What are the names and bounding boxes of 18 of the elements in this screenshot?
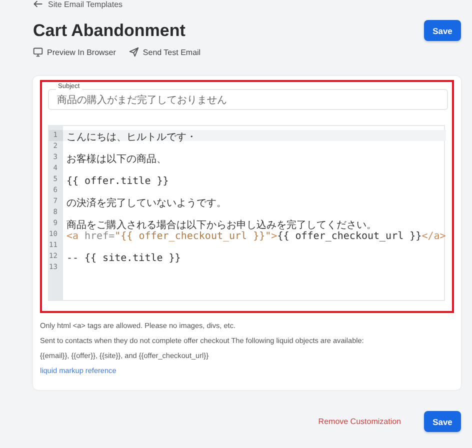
code-line: こんにちは、ヒルトルです・ bbox=[66, 132, 196, 143]
code-line: {{ offer.title }} bbox=[66, 176, 169, 187]
page-title: Cart Abandonment bbox=[33, 20, 186, 40]
save-button[interactable]: Save bbox=[424, 411, 461, 432]
send-test-link[interactable]: Send Test Email bbox=[128, 47, 201, 57]
code-line: お客様は以下の商品、 bbox=[66, 154, 166, 165]
paper-plane-icon bbox=[128, 47, 139, 57]
code-line: の決済を完了していないようです。 bbox=[66, 198, 226, 209]
code-line: -- {{ site.title }} bbox=[66, 253, 181, 264]
code-editor[interactable] bbox=[48, 125, 445, 301]
code-line: 商品をご購入される場合は以下からお申し込みを完了してください。 bbox=[66, 220, 376, 231]
monitor-icon bbox=[33, 47, 43, 57]
arrow-left-icon bbox=[33, 0, 43, 9]
preview-link[interactable]: Preview In Browser bbox=[33, 47, 116, 57]
remove-customization-link[interactable]: Remove Customization bbox=[318, 417, 401, 426]
code-line: <a href="{{ offer_checkout_url }}">{{ offer_checkout_url }}</a> bbox=[66, 231, 446, 242]
back-link[interactable]: Site Email Templates bbox=[33, 0, 461, 9]
save-button[interactable]: Save bbox=[424, 20, 461, 41]
